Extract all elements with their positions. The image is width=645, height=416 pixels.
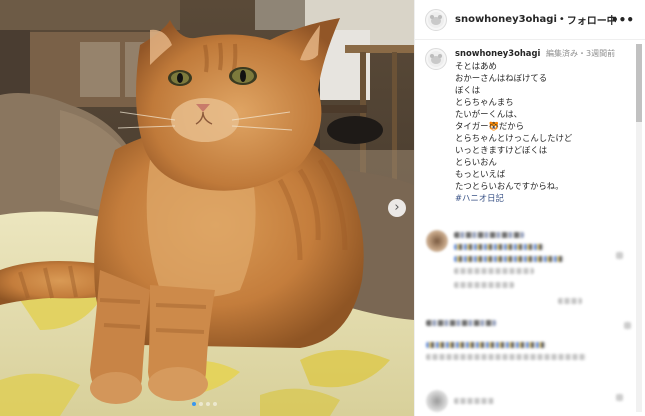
carousel-dot-active <box>192 402 196 406</box>
header-username-link[interactable]: snowhoney3ohagi <box>455 14 557 25</box>
comment-text-blurred <box>454 232 524 238</box>
caption-body: snowhoney3ohagi 編集済み・3週間前 そとはあめ おかーさんはねぼ… <box>455 47 615 204</box>
comment-like-icon[interactable] <box>624 322 631 329</box>
caption-line: とらちゃんとけっこんしたけど <box>455 133 573 143</box>
caption-line: いっときますけどぼくは <box>455 145 548 155</box>
scrollbar-thumb[interactable] <box>636 44 642 122</box>
carousel-indicator <box>192 402 217 406</box>
carousel-next-button[interactable]: › <box>388 199 406 217</box>
avatar-image <box>428 11 444 28</box>
caption-username-link[interactable]: snowhoney3ohagi <box>455 48 540 58</box>
caption-line: そとはあめ <box>455 61 497 71</box>
caption-line: おかーさんはねぼけてる <box>455 73 548 83</box>
avatar-image <box>428 51 444 67</box>
caption-meta-separator: ・ <box>578 49 586 58</box>
caption-line: ぼくは <box>455 85 481 95</box>
comment-text-blurred <box>454 256 564 262</box>
caption-hashtag-link[interactable]: #ハニオ日記 <box>455 192 615 204</box>
comment-text-blurred <box>454 268 534 274</box>
caption-edited-label: 編集済み <box>546 49 578 58</box>
comment-meta-blurred <box>454 282 514 288</box>
caption-line: たつとらいおんですからね。 <box>455 181 564 191</box>
caption-line: とらいおん <box>455 157 497 167</box>
more-dots-icon[interactable]: ••• <box>611 13 634 27</box>
caption-timestamp[interactable]: 3週間前 <box>586 49 615 58</box>
comment-meta-blurred <box>558 298 582 304</box>
header-separator: • <box>558 14 565 25</box>
comments-list-blurred <box>418 222 636 416</box>
caption-line: もっといえば <box>455 169 506 179</box>
comment-text-blurred <box>426 354 586 360</box>
carousel-dot <box>199 402 203 406</box>
carousel-dot <box>206 402 210 406</box>
following-button[interactable]: フォロー中 <box>567 12 617 27</box>
comment-like-icon[interactable] <box>616 252 623 259</box>
comment-text-blurred <box>426 342 546 348</box>
comment-like-icon[interactable] <box>616 394 623 401</box>
caption-line: たいがーくんは、 <box>455 109 522 119</box>
avatar[interactable] <box>425 48 447 70</box>
avatar[interactable] <box>425 8 447 31</box>
caption-line: タイガー🐯だから <box>455 121 525 131</box>
comments-scrollbar[interactable] <box>636 44 642 412</box>
cat-photo-image <box>0 0 414 416</box>
comment-text-blurred <box>454 398 494 404</box>
comment-text-blurred <box>454 244 544 250</box>
caption-line: とらちゃんまち <box>455 97 514 107</box>
comment-avatar <box>426 230 448 252</box>
carousel-dot <box>213 402 217 406</box>
post-caption: snowhoney3ohagi 編集済み・3週間前 そとはあめ おかーさんはねぼ… <box>425 47 629 204</box>
post-header: snowhoney3ohagi • フォロー中 ••• <box>415 0 645 40</box>
post-photo[interactable]: › <box>0 0 414 416</box>
comment-avatar <box>426 390 448 412</box>
comment-text-blurred <box>426 320 496 326</box>
